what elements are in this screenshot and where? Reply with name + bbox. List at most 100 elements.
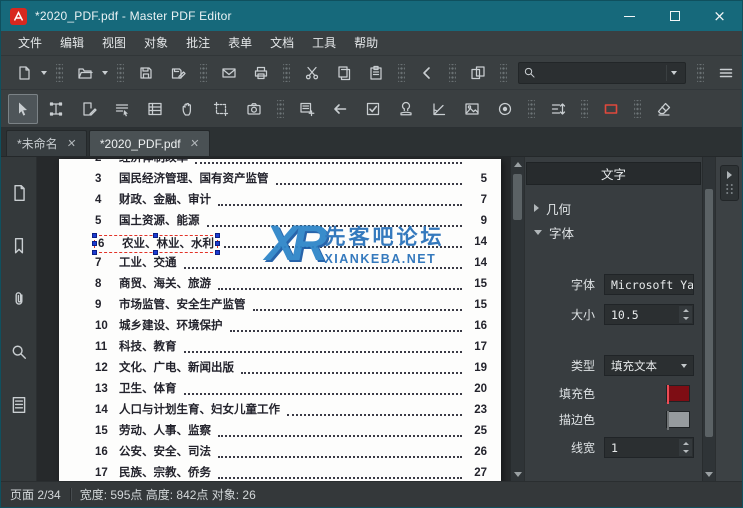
- panel-scrollbar-thumb[interactable]: [705, 189, 713, 437]
- search-panel-button[interactable]: [5, 338, 33, 366]
- toc-row[interactable]: 11科技、教育17: [95, 337, 487, 358]
- search-input[interactable]: [536, 66, 666, 80]
- image-tool[interactable]: [457, 94, 487, 124]
- toolbar-grip[interactable]: [56, 64, 63, 82]
- document-scrollbar[interactable]: [510, 157, 524, 481]
- menu-item[interactable]: 编辑: [51, 31, 93, 55]
- properties-panel-button[interactable]: [5, 391, 33, 419]
- toc-row[interactable]: 10城乡建设、环境保护16: [95, 316, 487, 337]
- measure-tool[interactable]: [424, 94, 454, 124]
- selection-handle[interactable]: [92, 250, 97, 255]
- select-text-tool[interactable]: [107, 94, 137, 124]
- panel-collapse-button[interactable]: [720, 165, 739, 201]
- selection-handle[interactable]: [153, 233, 158, 238]
- font-name-field[interactable]: Microsoft YaHei: [604, 274, 694, 295]
- toolbar-grip[interactable]: [528, 100, 535, 118]
- email-button[interactable]: [214, 60, 244, 86]
- save-button[interactable]: [131, 60, 161, 86]
- snapshot-button[interactable]: [463, 60, 493, 86]
- spin-up-button[interactable]: [679, 439, 692, 448]
- crop-tool[interactable]: [206, 94, 236, 124]
- toolbar-grip[interactable]: [697, 64, 704, 82]
- tab-2020-pdf[interactable]: *2020_PDF.pdf ✕: [89, 130, 210, 156]
- menu-item[interactable]: 批注: [177, 31, 219, 55]
- panel-scroll-down-button[interactable]: [703, 467, 715, 481]
- rectangle-annotation-tool[interactable]: [596, 94, 626, 124]
- toolbar-grip[interactable]: [398, 64, 405, 82]
- pdf-page[interactable]: 2 经济体制改革 3国民经济管理、国有资产监管54财政、金融、审计75国土资源、…: [59, 159, 501, 481]
- copy-button[interactable]: [329, 60, 359, 86]
- open-caret-icon[interactable]: [102, 71, 108, 75]
- select-tool[interactable]: [8, 94, 38, 124]
- toc-row[interactable]: 3国民经济管理、国有资产监管5: [95, 169, 487, 190]
- scroll-down-button[interactable]: [511, 467, 524, 481]
- edit-text-tool[interactable]: [41, 94, 71, 124]
- page-sort-tool[interactable]: [543, 94, 573, 124]
- toc-row[interactable]: 4财政、金融、审计7: [95, 190, 487, 211]
- menu-item[interactable]: 视图: [93, 31, 135, 55]
- hand-tool[interactable]: [173, 94, 203, 124]
- thumbnails-panel-button[interactable]: [5, 179, 33, 207]
- menu-item[interactable]: 帮助: [345, 31, 387, 55]
- close-button[interactable]: ×: [697, 1, 742, 31]
- toc-row[interactable]: 12文化、广电、新闻出版19: [95, 358, 487, 379]
- fill-color-swatch[interactable]: [666, 385, 690, 402]
- line-width-field[interactable]: 1: [604, 437, 694, 458]
- spin-up-button[interactable]: [679, 306, 692, 315]
- panel-drag-handle[interactable]: [725, 183, 734, 195]
- search-dropdown-button[interactable]: [666, 65, 681, 81]
- type-dropdown[interactable]: 填充文本: [604, 355, 694, 376]
- toc-row[interactable]: 9市场监管、安全生产监管15: [95, 295, 487, 316]
- toc-row[interactable]: 17民族、宗教、侨务27: [95, 463, 487, 481]
- toolbar-grip[interactable]: [634, 100, 641, 118]
- eraser-tool[interactable]: [649, 94, 679, 124]
- scrollbar-thumb[interactable]: [513, 174, 522, 220]
- stroke-color-swatch[interactable]: [666, 411, 690, 428]
- section-geometry[interactable]: 几何: [525, 196, 702, 220]
- attachments-panel-button[interactable]: [5, 285, 33, 313]
- toolbar-grip[interactable]: [581, 100, 588, 118]
- spin-down-button[interactable]: [679, 315, 692, 324]
- back-button[interactable]: [412, 60, 442, 86]
- panel-scrollbar[interactable]: [702, 157, 715, 481]
- toc-row[interactable]: 14人口与计划生育、妇女儿童工作23: [95, 400, 487, 421]
- stamp-tool[interactable]: [391, 94, 421, 124]
- minimize-button[interactable]: [607, 1, 652, 31]
- document-area[interactable]: 2 经济体制改革 3国民经济管理、国有资产监管54财政、金融、审计75国土资源、…: [37, 157, 524, 481]
- maximize-button[interactable]: [652, 1, 697, 31]
- toc-row[interactable]: 13卫生、体育20: [95, 379, 487, 400]
- toolbar-grip[interactable]: [117, 64, 124, 82]
- section-font[interactable]: 字体: [525, 220, 702, 244]
- menu-item[interactable]: 工具: [303, 31, 345, 55]
- selection-handle[interactable]: [153, 250, 158, 255]
- toolbar-grip[interactable]: [449, 64, 456, 82]
- edit-forms-tool[interactable]: [140, 94, 170, 124]
- selection-handle[interactable]: [215, 241, 220, 246]
- tab-close-icon[interactable]: ✕: [189, 137, 200, 150]
- checkbox-tool[interactable]: [358, 94, 388, 124]
- panel-scrollbar-track[interactable]: [703, 157, 715, 467]
- edit-objects-tool[interactable]: [74, 94, 104, 124]
- selection-handle[interactable]: [215, 233, 220, 238]
- toolbar-grip[interactable]: [500, 64, 507, 82]
- selection-handle[interactable]: [92, 241, 97, 246]
- paste-button[interactable]: [361, 60, 391, 86]
- font-size-field[interactable]: 10.5: [604, 304, 694, 325]
- toc-row[interactable]: 16公安、安全、司法26: [95, 442, 487, 463]
- bookmarks-panel-button[interactable]: [5, 232, 33, 260]
- tab-untitled[interactable]: *未命名 ✕: [6, 130, 87, 156]
- ocr-camera-tool[interactable]: [239, 94, 269, 124]
- radio-button-tool[interactable]: [490, 94, 520, 124]
- selection-handle[interactable]: [92, 233, 97, 238]
- menu-item[interactable]: 表单: [219, 31, 261, 55]
- scroll-up-button[interactable]: [511, 157, 524, 171]
- print-button[interactable]: [246, 60, 276, 86]
- toc-row[interactable]: 2 经济体制改革: [95, 159, 487, 169]
- cut-button[interactable]: [297, 60, 327, 86]
- toolbar-menu-button[interactable]: [711, 60, 741, 86]
- toolbar-grip[interactable]: [283, 64, 290, 82]
- open-button[interactable]: [70, 60, 110, 86]
- tab-close-icon[interactable]: ✕: [66, 137, 77, 150]
- new-document-button[interactable]: [9, 60, 49, 86]
- scrollbar-track[interactable]: [511, 171, 524, 467]
